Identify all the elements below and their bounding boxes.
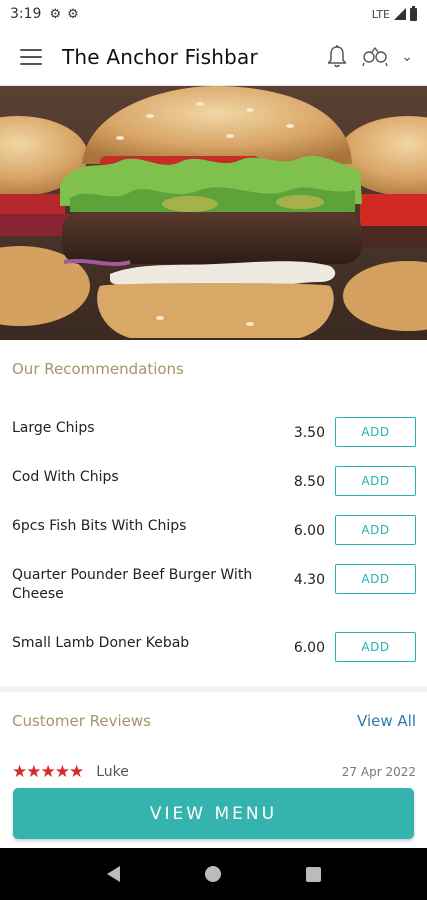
- recommendation-item: Cod With Chips 8.50 ADD: [0, 466, 427, 496]
- system-nav-bar: [0, 848, 427, 900]
- item-name: Cod With Chips: [12, 469, 119, 485]
- status-time: 3:19: [10, 6, 42, 22]
- item-price: 3.50: [293, 425, 325, 441]
- home-icon[interactable]: [204, 866, 221, 882]
- reviews-header: Customer Reviews View All: [12, 712, 416, 730]
- item-name: Small Lamb Doner Kebab: [12, 635, 190, 651]
- recommendation-item: 6pcs Fish Bits With Chips 6.00 ADD: [0, 515, 427, 545]
- add-button[interactable]: ADD: [335, 515, 416, 545]
- add-button[interactable]: ADD: [335, 417, 416, 447]
- add-button[interactable]: ADD: [335, 632, 416, 662]
- recommendation-item: Small Lamb Doner Kebab 6.00 ADD: [0, 632, 427, 662]
- view-menu-button[interactable]: VIEW MENU: [13, 788, 414, 839]
- app-bar: The Anchor Fishbar ⌄: [0, 28, 427, 86]
- item-name: 6pcs Fish Bits With Chips: [12, 518, 187, 534]
- chevron-down-icon[interactable]: ⌄: [401, 49, 413, 65]
- language-icon[interactable]: [361, 46, 389, 68]
- page-title: The Anchor Fishbar: [62, 44, 258, 69]
- bell-icon[interactable]: [325, 44, 349, 70]
- add-button[interactable]: ADD: [335, 564, 416, 594]
- reviews-heading: Customer Reviews: [12, 712, 151, 730]
- burger-illustration: [0, 86, 427, 340]
- app-bar-actions: ⌄: [325, 44, 413, 70]
- hero-image: [0, 86, 427, 340]
- network-type: LTE: [371, 7, 390, 21]
- item-name: Quarter Pounder Beef Burger With Cheese: [12, 567, 253, 602]
- recommendation-item: Large Chips 3.50 ADD: [0, 417, 427, 447]
- battery-icon: [410, 5, 417, 21]
- settings-gear-icon-2: ⚙: [67, 6, 79, 22]
- item-price: 6.00: [293, 640, 325, 656]
- section-divider: [0, 686, 427, 692]
- status-indicators: LTE: [371, 5, 417, 21]
- recommendation-item: Quarter Pounder Beef Burger With Cheese …: [0, 564, 427, 604]
- status-bar: 3:19 ⚙ ⚙ LTE: [0, 0, 427, 28]
- signal-icon: [394, 8, 406, 20]
- reviewer-name: Luke: [96, 764, 129, 780]
- recommendations-heading: Our Recommendations: [12, 360, 184, 378]
- item-name: Large Chips: [12, 420, 95, 436]
- item-price: 6.00: [293, 523, 325, 539]
- recent-apps-icon[interactable]: [305, 866, 321, 882]
- review-item: ★★★★★ Luke 27 Apr 2022: [12, 762, 416, 782]
- review-date: 27 Apr 2022: [341, 765, 416, 779]
- settings-gear-icon: ⚙: [49, 6, 62, 22]
- star-rating-icon: ★★★★★: [12, 762, 84, 782]
- menu-icon[interactable]: [20, 48, 42, 65]
- add-button[interactable]: ADD: [335, 466, 416, 496]
- item-price: 8.50: [293, 474, 325, 490]
- view-all-link[interactable]: View All: [357, 712, 416, 730]
- back-icon[interactable]: [106, 866, 120, 882]
- item-price: 4.30: [293, 572, 325, 588]
